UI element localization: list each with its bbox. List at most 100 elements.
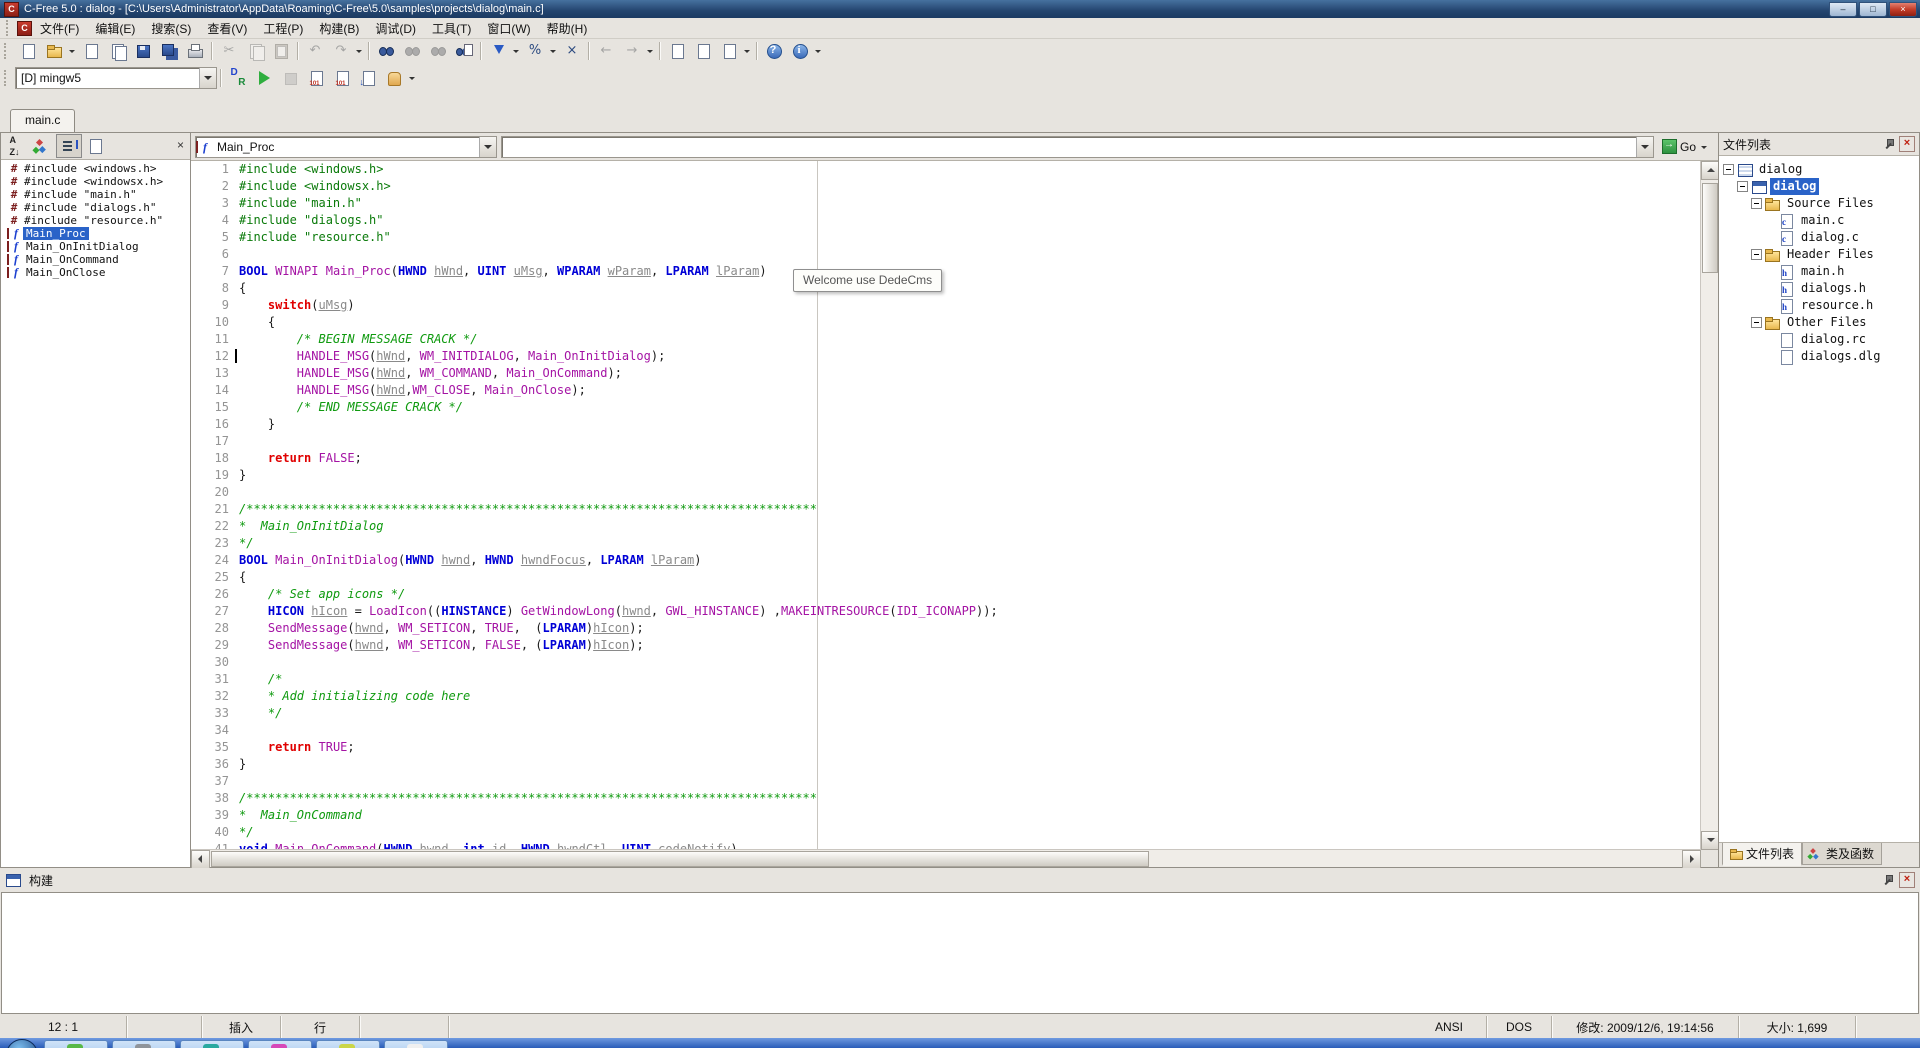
replace-dropdown-icon[interactable]	[548, 41, 559, 61]
file-tree-item[interactable]: dialog.rc	[1719, 331, 1919, 348]
vertical-scrollbar[interactable]	[1700, 161, 1718, 850]
code-line[interactable]: 29 SendMessage(hwnd, WM_SETICON, FALSE, …	[191, 637, 1701, 654]
symbol-item[interactable]: fMain_OnClose	[1, 266, 191, 279]
file-tree-item[interactable]: cdialog.c	[1719, 229, 1919, 246]
print-button[interactable]	[182, 39, 208, 63]
pin-icon[interactable]	[1882, 138, 1895, 151]
code-line[interactable]: 8{	[191, 280, 1701, 297]
open-project-button[interactable]	[104, 39, 130, 63]
code-area[interactable]: 1#include <windows.h>2#include <windowsx…	[191, 161, 1701, 850]
code-line[interactable]: 22* Main_OnInitDialog	[191, 518, 1701, 535]
code-line[interactable]: 6	[191, 246, 1701, 263]
goto-combo[interactable]	[501, 136, 1654, 158]
maximize-button[interactable]: □	[1859, 2, 1887, 17]
code-line[interactable]: 9 switch(uMsg)	[191, 297, 1701, 314]
switch-debug-release-button[interactable]	[225, 66, 251, 90]
pin-icon[interactable]	[1881, 874, 1894, 887]
bookmark-dropdown-icon[interactable]	[511, 41, 522, 61]
menu-item-3[interactable]: 查看(V)	[199, 18, 255, 39]
code-line[interactable]: 14 HANDLE_MSG(hWnd,WM_CLOSE, Main_OnClos…	[191, 382, 1701, 399]
find-button[interactable]	[373, 39, 399, 63]
run-source-button[interactable]	[690, 39, 716, 63]
copy-button[interactable]	[242, 39, 268, 63]
scroll-left-icon[interactable]	[191, 850, 210, 869]
save-all-button[interactable]	[156, 39, 182, 63]
symbol-item[interactable]: ##include <windows.h>	[1, 162, 191, 175]
code-line[interactable]: 24BOOL Main_OnInitDialog(HWND hwnd, HWND…	[191, 552, 1701, 569]
code-line[interactable]: 37	[191, 773, 1701, 790]
symbol-item[interactable]: ##include "resource.h"	[1, 214, 191, 227]
menu-item-1[interactable]: 编辑(E)	[87, 18, 143, 39]
file-tree-item[interactable]: dialog	[1719, 161, 1919, 178]
open-file-button[interactable]	[41, 39, 67, 63]
code-line[interactable]: 34	[191, 722, 1701, 739]
cancel-compile-dropdown-icon[interactable]	[742, 41, 753, 61]
file-tree-item[interactable]: Source Files	[1719, 195, 1919, 212]
sort-by-order-button[interactable]	[56, 134, 82, 158]
horizontal-scroll-thumb[interactable]	[211, 851, 1149, 867]
symbol-item[interactable]: ##include "dialogs.h"	[1, 201, 191, 214]
code-line[interactable]: 27 HICON hIcon = LoadIcon((HINSTANCE) Ge…	[191, 603, 1701, 620]
symbol-item[interactable]: fMain_OnInitDialog	[1, 240, 191, 253]
run-button[interactable]	[251, 66, 277, 90]
code-line[interactable]: 15 /* END MESSAGE CRACK */	[191, 399, 1701, 416]
tab-main-c[interactable]: main.c	[10, 109, 75, 132]
help-button[interactable]	[761, 39, 787, 63]
navigate-back-button[interactable]: ←	[593, 39, 619, 63]
symbol-item[interactable]: ##include "main.h"	[1, 188, 191, 201]
redo-dropdown-icon[interactable]	[354, 41, 365, 61]
chevron-down-icon[interactable]	[479, 137, 496, 157]
tree-collapse-icon[interactable]	[1751, 317, 1762, 328]
group-by-type-button[interactable]	[30, 134, 56, 158]
find-next-button[interactable]	[399, 39, 425, 63]
code-line[interactable]: 40*/	[191, 824, 1701, 841]
cut-button[interactable]: ✂	[216, 39, 242, 63]
symbol-item[interactable]: fMain_OnCommand	[1, 253, 191, 266]
toolbar-grip[interactable]	[4, 70, 11, 86]
code-line[interactable]: 12 HANDLE_MSG(hWnd, WM_INITDIALOG, Main_…	[191, 348, 1701, 365]
taskbar-app-button[interactable]	[316, 1040, 380, 1048]
code-line[interactable]: 36}	[191, 756, 1701, 773]
bookmark-button[interactable]	[485, 39, 511, 63]
horizontal-scrollbar[interactable]	[191, 849, 1701, 867]
menu-item-0[interactable]: 文件(F)	[32, 18, 87, 39]
build-button[interactable]: ↓	[355, 66, 381, 90]
file-tree-item[interactable]: Header Files	[1719, 246, 1919, 263]
compile-button[interactable]	[664, 39, 690, 63]
vertical-scroll-thumb[interactable]	[1702, 183, 1718, 273]
code-line[interactable]: 4#include "dialogs.h"	[191, 212, 1701, 229]
code-line[interactable]: 38/*************************************…	[191, 790, 1701, 807]
menu-item-2[interactable]: 搜索(S)	[143, 18, 199, 39]
panel-tab-file-list[interactable]: 文件列表	[1722, 843, 1802, 866]
code-line[interactable]: 18 return FALSE;	[191, 450, 1701, 467]
toolbar-grip[interactable]	[4, 43, 11, 59]
code-line[interactable]: 28 SendMessage(hwnd, WM_SETICON, TRUE, (…	[191, 620, 1701, 637]
code-line[interactable]: 39* Main_OnCommand	[191, 807, 1701, 824]
paste-button[interactable]	[268, 39, 294, 63]
taskbar-app-button[interactable]	[248, 1040, 312, 1048]
menu-item-7[interactable]: 工具(T)	[424, 18, 479, 39]
save-button[interactable]	[130, 39, 156, 63]
new-file-button[interactable]	[15, 39, 41, 63]
code-line[interactable]: 7BOOL WINAPI Main_Proc(HWND hWnd, UINT u…	[191, 263, 1701, 280]
file-tree-item[interactable]: hdialogs.h	[1719, 280, 1919, 297]
code-line[interactable]: 26 /* Set app icons */	[191, 586, 1701, 603]
clear-bookmarks-button[interactable]: ×	[559, 39, 585, 63]
file-tree-item[interactable]: hmain.h	[1719, 263, 1919, 280]
panel-tab-classes-functions[interactable]: 类及函数	[1802, 843, 1882, 865]
minimize-button[interactable]: –	[1829, 2, 1857, 17]
build-config-combo[interactable]: [D] mingw5	[15, 67, 217, 89]
stop-button[interactable]	[277, 66, 303, 90]
menu-item-6[interactable]: 调试(D)	[367, 18, 424, 39]
code-line[interactable]: 10 {	[191, 314, 1701, 331]
cancel-compile-button[interactable]	[716, 39, 742, 63]
code-line[interactable]: 30	[191, 654, 1701, 671]
code-line[interactable]: 21/*************************************…	[191, 501, 1701, 518]
navigate-forward-button[interactable]: →	[619, 39, 645, 63]
taskbar-app-button[interactable]	[112, 1040, 176, 1048]
code-line[interactable]: 17	[191, 433, 1701, 450]
stop-build-button[interactable]	[381, 66, 407, 90]
rebuild-button[interactable]: 101	[329, 66, 355, 90]
redo-button[interactable]: ↷	[328, 39, 354, 63]
go-dropdown-icon[interactable]	[1699, 137, 1710, 157]
